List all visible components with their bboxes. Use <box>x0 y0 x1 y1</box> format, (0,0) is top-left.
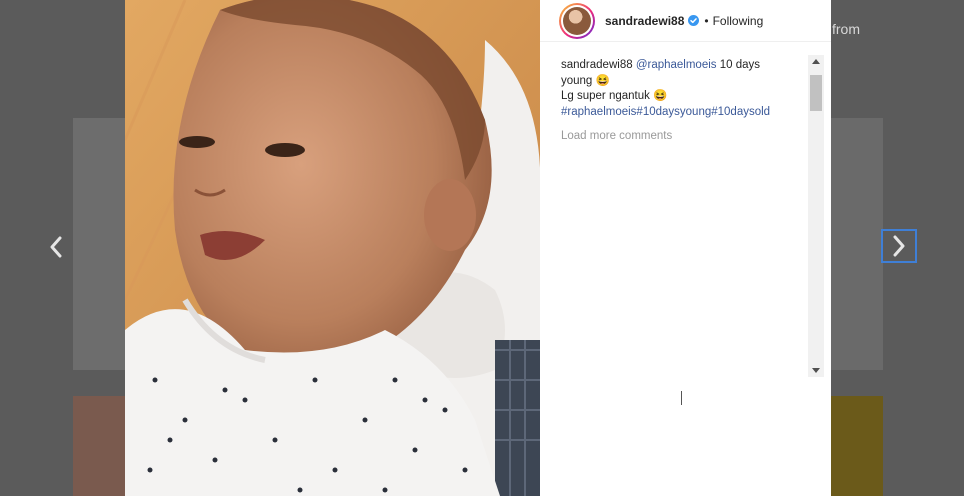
scroll-down-arrow-icon[interactable] <box>812 368 820 373</box>
post-details-panel: sandradewi88 • Following sandradewi88 @r… <box>540 0 831 496</box>
caption-comment: sandradewi88 @raphaelmoeis 10 days young… <box>561 58 786 145</box>
chevron-left-icon <box>50 236 62 258</box>
text-cursor <box>681 391 682 405</box>
background-grid-tile <box>829 396 883 496</box>
chevron-right-icon <box>893 235 905 257</box>
post-username[interactable]: sandradewi88 <box>605 14 684 28</box>
avatar-image <box>563 6 591 35</box>
background-text: from <box>832 21 860 37</box>
previous-post-button[interactable] <box>42 232 70 262</box>
post-header: sandradewi88 • Following <box>540 0 831 42</box>
background-grid-tile <box>73 118 127 370</box>
avatar-ring <box>561 4 593 37</box>
background-grid-tile <box>73 396 127 496</box>
post-modal: sandradewi88 • Following sandradewi88 @r… <box>125 0 831 496</box>
separator-dot: • <box>704 13 709 28</box>
comments-scrollbar[interactable] <box>808 55 824 377</box>
caption-hashtags-link[interactable]: #raphaelmoeis#10daysyoung#10daysold <box>561 106 770 118</box>
scrollbar-thumb[interactable] <box>810 75 822 111</box>
caption-mention-link[interactable]: @raphaelmoeis <box>636 59 717 71</box>
post-media-photo[interactable] <box>125 0 540 496</box>
background-grid-tile <box>829 118 883 370</box>
baby-photo-illustration <box>125 0 540 496</box>
caption-text-line2: Lg super ngantuk 😆 <box>561 90 668 102</box>
next-post-button[interactable] <box>881 229 917 263</box>
following-button[interactable]: Following <box>713 14 764 28</box>
scroll-up-arrow-icon[interactable] <box>812 59 820 64</box>
avatar[interactable] <box>559 2 595 39</box>
load-more-comments-button[interactable]: Load more comments <box>561 129 786 145</box>
caption-username[interactable]: sandradewi88 <box>561 59 633 71</box>
verified-badge-icon <box>688 15 700 26</box>
